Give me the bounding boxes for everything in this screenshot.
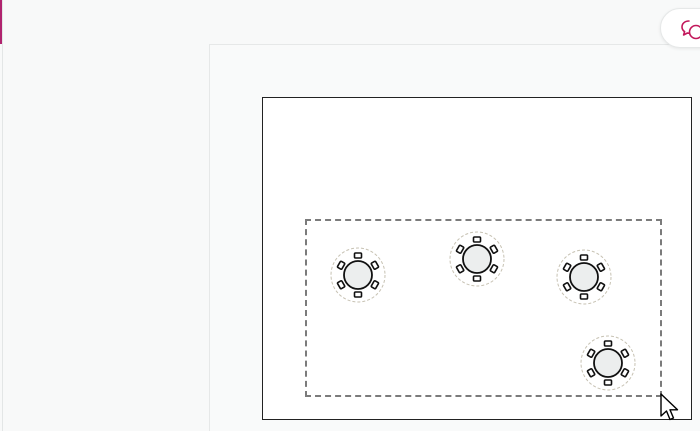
round-table-with-chairs-icon — [330, 247, 386, 303]
round-table-with-chairs-icon — [449, 231, 505, 287]
table-3[interactable] — [554, 247, 614, 307]
floor-plan-editor — [0, 0, 700, 431]
table-2[interactable] — [447, 229, 507, 289]
left-panel-divider — [2, 0, 3, 431]
comments-icon — [681, 20, 700, 40]
table-4[interactable] — [578, 333, 638, 393]
table-1[interactable] — [328, 245, 388, 305]
mouse-pointer-icon — [660, 393, 679, 421]
round-table-with-chairs-icon — [556, 249, 612, 305]
comments-button[interactable] — [660, 8, 700, 48]
round-table-with-chairs-icon — [580, 335, 636, 391]
